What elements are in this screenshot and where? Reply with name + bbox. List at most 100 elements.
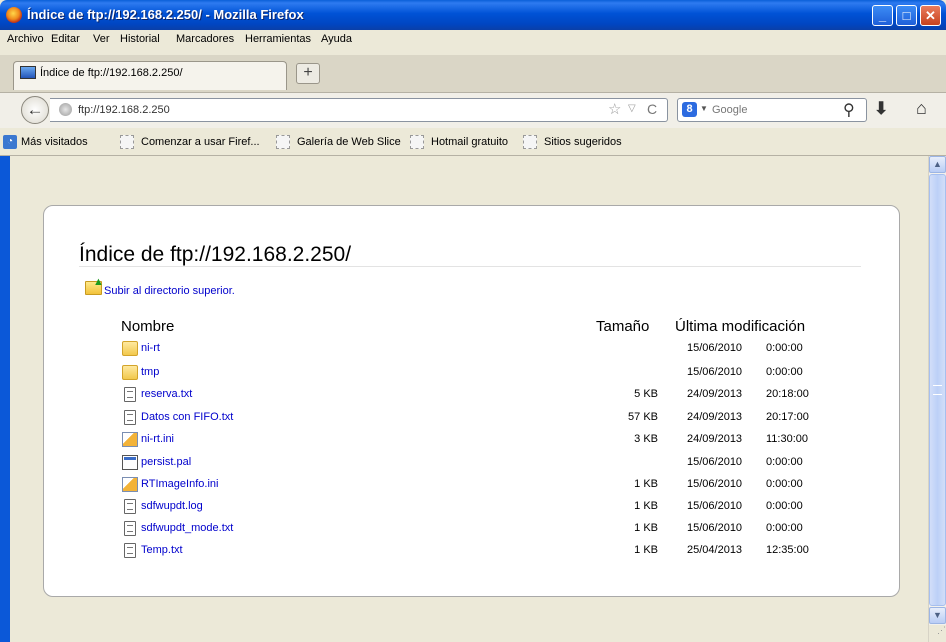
page-icon [276,135,290,149]
file-row: RTImageInfo.ini 1 KB 15/06/2010 0:00:00 [0,476,946,498]
column-header-modified[interactable]: Última modificación [675,318,805,335]
globe-icon[interactable] [59,103,72,116]
back-arrow-icon[interactable]: ← [21,96,49,124]
text-file-icon [124,521,136,536]
file-name-link[interactable]: persist.pal [141,456,191,468]
file-date: 15/06/2010 [687,366,743,378]
file-date: 25/04/2013 [687,544,743,556]
bookmark-sitios[interactable]: Sitios sugeridos [544,134,622,150]
file-row: sdfwupdt.log 1 KB 15/06/2010 0:00:00 [0,498,946,520]
file-row: Temp.txt 1 KB 25/04/2013 12:35:00 [0,542,946,564]
file-size: 1 KB [634,522,658,534]
file-time: 0:00:00 [766,522,803,534]
most-visited-icon: ◔ [3,135,17,149]
column-header-name[interactable]: Nombre [121,318,174,335]
file-time: 0:00:00 [766,478,803,490]
file-name-link[interactable]: RTImageInfo.ini [141,478,218,490]
file-row: persist.pal 15/06/2010 0:00:00 [0,454,946,476]
firefox-icon [6,7,22,23]
page-icon [523,135,537,149]
folder-icon [122,341,138,356]
file-name-link[interactable]: Temp.txt [141,544,183,556]
file-size: 57 KB [628,411,658,423]
parent-directory-link[interactable]: Subir al directorio superior. [104,285,235,297]
new-tab-button[interactable]: + [296,63,320,84]
menu-ayuda[interactable]: Ayuda [321,33,352,45]
file-time: 0:00:00 [766,456,803,468]
scroll-down-arrow-icon[interactable]: ▼ [929,607,946,624]
file-row: ni-rt 15/06/2010 0:00:00 [0,340,946,362]
menu-ver[interactable]: Ver [93,33,110,45]
file-size: 1 KB [634,544,658,556]
file-name-link[interactable]: sdfwupdt.log [141,500,203,512]
file-time: 20:18:00 [766,388,809,400]
menu-archivo[interactable]: Archivo [7,33,44,45]
reload-icon[interactable]: C [647,101,657,117]
url-text[interactable]: ftp://192.168.2.250 [78,104,170,116]
menu-historial[interactable]: Historial [120,33,160,45]
file-name-link[interactable]: reserva.txt [141,388,192,400]
pal-file-icon [122,455,138,470]
google-engine-icon[interactable]: 8 [682,102,697,117]
computer-icon [20,66,36,79]
tab-label: Índice de ftp://192.168.2.250/ [40,67,183,79]
file-size: 1 KB [634,500,658,512]
bookmark-galeria[interactable]: Galería de Web Slice [297,134,401,150]
history-dropdown-icon[interactable]: ▽ [628,103,636,114]
page-icon [120,135,134,149]
home-icon[interactable]: ⌂ [916,98,927,119]
file-date: 15/06/2010 [687,500,743,512]
file-date: 15/06/2010 [687,522,743,534]
column-header-size[interactable]: Tamaño [596,318,649,335]
close-button[interactable]: ✕ [920,5,941,26]
file-time: 11:30:00 [766,433,809,445]
text-file-icon [124,387,136,402]
menu-herramientas[interactable]: Herramientas [245,33,311,45]
file-date: 24/09/2013 [687,388,743,400]
file-time: 12:35:00 [766,544,809,556]
engine-dropdown-icon[interactable]: ▼ [700,104,708,113]
bookmark-hotmail[interactable]: Hotmail gratuito [431,134,508,150]
ini-file-icon [122,432,138,447]
bookmark-mas-visitados[interactable]: Más visitados [21,134,88,150]
window-title: Índice de ftp://192.168.2.250/ - Mozilla… [27,7,304,22]
scroll-up-arrow-icon[interactable]: ▲ [929,156,946,173]
text-file-icon [124,543,136,558]
file-time: 20:17:00 [766,411,809,423]
search-placeholder: Google [712,104,748,116]
folder-icon [122,365,138,380]
file-time: 0:00:00 [766,500,803,512]
page-title: Índice de ftp://192.168.2.250/ [79,243,352,266]
download-icon[interactable]: ⬇ [874,99,888,119]
bookmark-star-icon[interactable]: ☆ [608,100,621,118]
file-name-link[interactable]: sdfwupdt_mode.txt [141,522,233,534]
search-icon[interactable]: ⚲ [843,100,855,120]
file-date: 15/06/2010 [687,342,743,354]
file-row: ni-rt.ini 3 KB 24/09/2013 11:30:00 [0,431,946,453]
file-row: sdfwupdt_mode.txt 1 KB 15/06/2010 0:00:00 [0,520,946,542]
file-size: 5 KB [634,388,658,400]
file-name-link[interactable]: ni-rt.ini [141,433,174,445]
file-row: tmp 15/06/2010 0:00:00 [0,364,946,386]
menu-editar[interactable]: Editar [51,33,80,45]
file-time: 0:00:00 [766,342,803,354]
menu-marcadores[interactable]: Marcadores [176,33,234,45]
file-size: 3 KB [634,433,658,445]
file-date: 24/09/2013 [687,433,743,445]
resize-grip-icon[interactable]: ⋰ [929,625,946,642]
file-name-link[interactable]: tmp [141,366,159,378]
file-time: 0:00:00 [766,366,803,378]
file-date: 24/09/2013 [687,411,743,423]
file-row: reserva.txt 5 KB 24/09/2013 20:18:00 [0,386,946,408]
bookmark-comenzar[interactable]: Comenzar a usar Firef... [141,134,260,150]
text-file-icon [124,499,136,514]
up-arrow-icon: ▲ [93,276,104,288]
title-divider [79,266,861,267]
file-name-link[interactable]: ni-rt [141,342,160,354]
file-name-link[interactable]: Datos con FIFO.txt [141,411,233,423]
file-date: 15/06/2010 [687,478,743,490]
minimize-button[interactable]: _ [872,5,893,26]
file-size: 1 KB [634,478,658,490]
maximize-button[interactable]: □ [896,5,917,26]
file-row: Datos con FIFO.txt 57 KB 24/09/2013 20:17:0… [0,409,946,431]
